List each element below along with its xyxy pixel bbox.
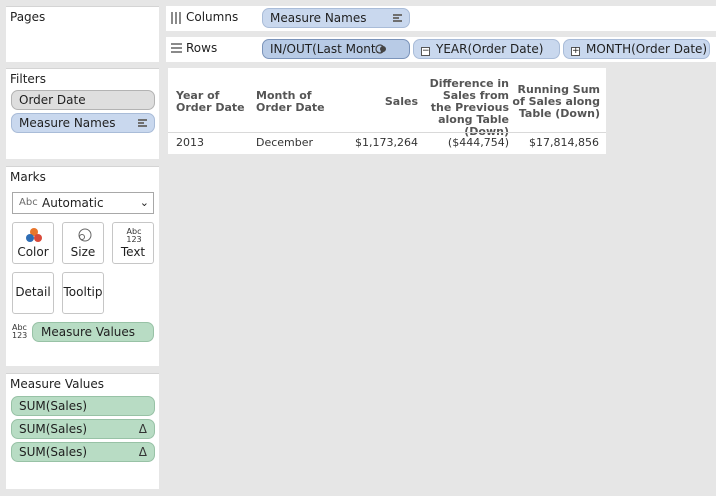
- text-mark-icon: Abc 123: [12, 324, 28, 340]
- abc123-label: Abc 123: [12, 323, 28, 340]
- columns-shelf[interactable]: Columns Measure Names: [166, 6, 716, 31]
- rows-pill-year-order-date[interactable]: − YEAR(Order Date): [413, 39, 560, 59]
- rows-pill-inout[interactable]: IN/OUT(Last Mont..: [262, 39, 410, 59]
- header-sales[interactable]: Sales: [338, 96, 418, 108]
- chevron-down-icon: ⌄: [139, 196, 149, 209]
- color-button[interactable]: Color: [12, 222, 54, 264]
- measure-values-title: Measure Values: [10, 377, 105, 391]
- size-icon: [78, 228, 92, 242]
- filter-pill-order-date[interactable]: Order Date: [11, 90, 155, 110]
- set-icon: [375, 44, 386, 54]
- pill-label: MONTH(Order Date): [586, 42, 708, 56]
- header-month-of-order-date[interactable]: Month of Order Date: [256, 90, 332, 114]
- measure-value-label: SUM(Sales): [19, 422, 88, 436]
- cell-sales[interactable]: $1,173,264: [338, 136, 418, 149]
- measure-value-pill[interactable]: SUM(Sales) Δ: [11, 419, 155, 439]
- delta-icon: Δ: [138, 445, 147, 459]
- detail-button[interactable]: Detail: [12, 272, 54, 314]
- measure-value-pill[interactable]: SUM(Sales) Δ: [11, 442, 155, 462]
- pages-card: Pages: [6, 6, 159, 62]
- measure-values-mark-pill[interactable]: Measure Values: [32, 322, 154, 342]
- abc-icon: Abc: [19, 197, 38, 208]
- tooltip-button[interactable]: Tooltip: [62, 272, 104, 314]
- expand-icon[interactable]: +: [571, 47, 580, 56]
- cell-running-sum[interactable]: $17,814,856: [512, 136, 599, 149]
- columns-pill-measure-names[interactable]: Measure Names: [262, 8, 410, 28]
- svg-text:123: 123: [126, 235, 141, 244]
- pill-label: Measure Names: [270, 11, 367, 25]
- cell-year[interactable]: 2013: [176, 136, 204, 149]
- delta-icon: Δ: [138, 422, 147, 436]
- columns-icon: [171, 12, 181, 24]
- text-button[interactable]: Abc 123 Text: [112, 222, 154, 264]
- detail-label: Detail: [15, 285, 51, 299]
- header-running-sum-of-sales[interactable]: Running Sum of Sales along Table (Down): [512, 84, 600, 120]
- mark-type-dropdown[interactable]: Abc Automatic ⌄: [12, 192, 154, 214]
- measure-values-card: Measure Values SUM(Sales) SUM(Sales) Δ S…: [6, 373, 159, 489]
- header-year-of-order-date[interactable]: Year of Order Date: [176, 90, 252, 114]
- marks-title: Marks: [10, 170, 46, 184]
- header-divider: [168, 132, 606, 133]
- rows-pill-month-order-date[interactable]: + MONTH(Order Date): [563, 39, 710, 59]
- measure-value-label: SUM(Sales): [19, 445, 88, 459]
- sort-icon: [393, 14, 402, 23]
- color-icon: [26, 228, 42, 242]
- columns-label: Columns: [186, 10, 239, 24]
- size-button[interactable]: Size: [62, 222, 104, 264]
- pill-label: YEAR(Order Date): [436, 42, 544, 56]
- pages-title: Pages: [10, 10, 46, 24]
- rows-label: Rows: [186, 41, 218, 55]
- rows-icon: [171, 43, 182, 53]
- cell-difference[interactable]: ($444,754): [424, 136, 509, 149]
- collapse-icon[interactable]: −: [421, 47, 430, 56]
- text-label: Text: [120, 245, 146, 259]
- filters-card: Filters Order Date Measure Names: [6, 68, 159, 159]
- text-icon: Abc 123: [126, 227, 141, 244]
- filter-pill-label: Measure Names: [19, 116, 116, 130]
- size-label: Size: [70, 245, 96, 259]
- pill-label: IN/OUT(Last Mont..: [270, 42, 384, 56]
- header-difference-in-sales[interactable]: Difference in Sales from the Previous al…: [424, 78, 509, 138]
- crosstab-view: Year of Order Date Month of Order Date S…: [168, 68, 606, 154]
- tooltip-label: Tooltip: [63, 285, 103, 299]
- rows-shelf[interactable]: Rows IN/OUT(Last Mont.. − YEAR(Order Date…: [166, 37, 716, 62]
- filters-title: Filters: [10, 72, 46, 86]
- sort-icon: [138, 119, 147, 128]
- filter-pill-label: Order Date: [19, 93, 86, 107]
- color-label: Color: [17, 245, 49, 259]
- mark-type-value: Automatic: [42, 196, 104, 210]
- filter-pill-measure-names[interactable]: Measure Names: [11, 113, 155, 133]
- cell-month[interactable]: December: [256, 136, 313, 149]
- measure-value-label: SUM(Sales): [19, 399, 88, 413]
- measure-values-label: Measure Values: [41, 325, 136, 339]
- measure-value-pill[interactable]: SUM(Sales): [11, 396, 155, 416]
